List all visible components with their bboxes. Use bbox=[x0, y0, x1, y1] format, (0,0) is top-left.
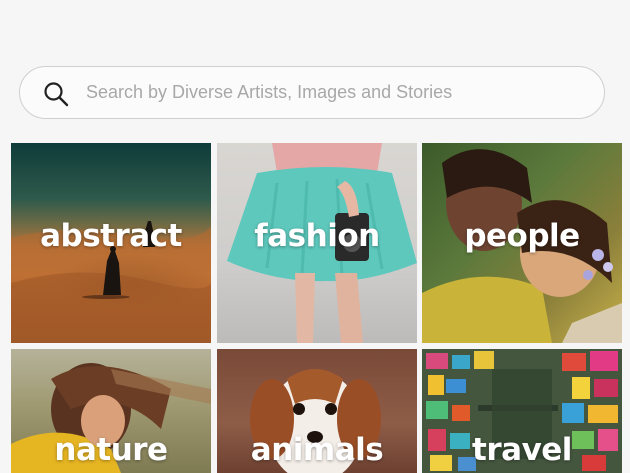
category-tile-travel[interactable]: travel bbox=[422, 349, 622, 473]
category-label: abstract bbox=[40, 218, 182, 254]
category-label: animals bbox=[250, 432, 384, 468]
category-tile-fashion[interactable]: fashion bbox=[217, 143, 417, 343]
category-tile-people[interactable]: people bbox=[422, 143, 622, 343]
category-tile-animals[interactable]: animals bbox=[217, 349, 417, 473]
search-bar[interactable] bbox=[19, 66, 605, 119]
category-tile-nature[interactable]: nature bbox=[11, 349, 211, 473]
category-label: people bbox=[464, 218, 580, 254]
page: abstract fashion bbox=[0, 0, 630, 473]
category-label: nature bbox=[54, 432, 168, 468]
category-label: travel bbox=[472, 432, 572, 468]
search-input[interactable] bbox=[86, 67, 586, 118]
category-tile-abstract[interactable]: abstract bbox=[11, 143, 211, 343]
search-icon[interactable] bbox=[43, 81, 69, 107]
category-label: fashion bbox=[254, 218, 380, 254]
